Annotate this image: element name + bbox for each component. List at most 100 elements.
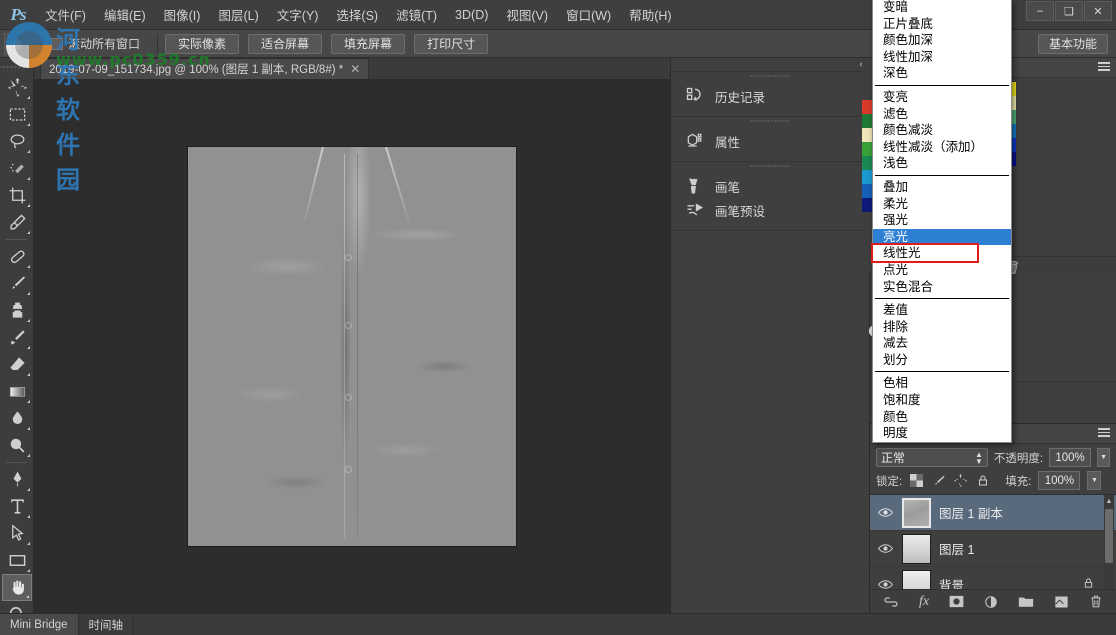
opacity-value[interactable]: 100% [1049, 448, 1092, 467]
history-brush-tool[interactable] [2, 324, 32, 351]
menu-type[interactable]: 文字(Y) [268, 1, 328, 28]
tab-mini-bridge[interactable]: Mini Bridge [0, 614, 79, 635]
blend-mode-option[interactable]: 颜色 [873, 409, 1011, 426]
layer-mask-icon[interactable] [949, 595, 964, 608]
lock-transparent-icon[interactable] [909, 473, 924, 488]
hand-tool-icon[interactable] [4, 32, 30, 55]
workspace-switcher-button[interactable]: 基本功能 [1037, 33, 1108, 54]
blend-mode-option[interactable]: 减去 [873, 335, 1011, 352]
blend-mode-select[interactable]: 正常 ▲ ▼ [876, 448, 988, 467]
blend-mode-option[interactable]: 差值 [873, 302, 1011, 319]
print-size-button[interactable]: 打印尺寸 [414, 33, 489, 54]
scroll-all-windows-checkbox[interactable] [51, 37, 63, 50]
blend-mode-option[interactable]: 颜色减淡 [873, 122, 1011, 139]
menu-edit[interactable]: 编辑(E) [95, 1, 155, 28]
layers-panel-menu-icon[interactable] [1098, 428, 1110, 438]
path-selection-tool[interactable] [2, 520, 32, 547]
blend-mode-option[interactable]: 强光 [873, 212, 1011, 229]
layers-scrollbar[interactable]: ▲ ▼ [1104, 495, 1114, 603]
menu-3d[interactable]: 3D(D) [446, 4, 497, 26]
blend-mode-option[interactable]: 滤色 [873, 106, 1011, 123]
hand-tool[interactable] [2, 574, 32, 601]
layer-thumbnail[interactable] [902, 497, 931, 528]
canvas-image[interactable] [188, 146, 516, 546]
move-tool[interactable] [2, 74, 32, 101]
panel-properties[interactable]: 属性 [671, 125, 869, 161]
layer-name[interactable]: 图层 1 [939, 539, 974, 558]
table-row[interactable]: 图层 1 [870, 531, 1116, 567]
blend-mode-option[interactable]: 线性减淡（添加） [873, 139, 1011, 156]
fill-value[interactable]: 100% [1038, 471, 1081, 490]
layer-name[interactable]: 图层 1 副本 [939, 503, 1003, 522]
brush-tool[interactable] [2, 270, 32, 297]
blend-mode-option[interactable]: 浅色 [873, 155, 1011, 172]
minimize-icon[interactable]: – [1026, 1, 1054, 21]
actual-pixels-button[interactable]: 实际像素 [165, 33, 240, 54]
panel-brush[interactable]: 画笔 [671, 170, 869, 198]
healing-brush-tool[interactable] [2, 243, 32, 270]
menu-image[interactable]: 图像(I) [155, 1, 210, 28]
panel-brush-presets[interactable]: 画笔预设 [671, 198, 869, 230]
menu-file[interactable]: 文件(F) [36, 1, 95, 28]
blend-mode-option[interactable]: 正片叠底 [873, 16, 1011, 33]
blend-mode-option[interactable]: 划分 [873, 352, 1011, 369]
lock-all-icon[interactable] [975, 473, 990, 488]
tools-panel-grip[interactable] [0, 62, 33, 71]
dock-grip-2[interactable] [750, 117, 790, 125]
rectangle-tool[interactable] [2, 547, 32, 574]
swatches-panel-menu-icon[interactable] [1098, 62, 1110, 72]
scroll-all-windows-checkbox-wrap[interactable]: 滚动所有窗口 [51, 35, 140, 52]
table-row[interactable]: 图层 1 副本 [870, 495, 1116, 531]
adjustment-layer-icon[interactable] [984, 595, 998, 609]
blend-mode-option[interactable]: 线性加深 [873, 49, 1011, 66]
scrollbar-thumb[interactable] [1105, 509, 1113, 563]
lock-image-icon[interactable] [931, 473, 946, 488]
dock-grip-1[interactable] [750, 72, 790, 80]
canvas-viewport[interactable] [34, 80, 670, 612]
blend-mode-option[interactable]: 变亮 [873, 89, 1011, 106]
clone-stamp-tool[interactable] [2, 297, 32, 324]
fit-screen-button[interactable]: 适合屏幕 [248, 33, 323, 54]
blur-tool[interactable] [2, 405, 32, 432]
scroll-up-icon[interactable]: ▲ [1104, 495, 1114, 507]
crop-tool[interactable] [2, 182, 32, 209]
new-group-icon[interactable] [1018, 595, 1034, 608]
delete-layer-icon[interactable] [1089, 594, 1103, 609]
close-document-icon[interactable]: ✕ [350, 62, 360, 76]
menu-filter[interactable]: 滤镜(T) [387, 1, 446, 28]
marquee-tool[interactable] [2, 101, 32, 128]
layer-style-fx-icon[interactable]: fx [919, 594, 929, 610]
opacity-dropdown-icon[interactable]: ▼ [1097, 448, 1110, 467]
fill-screen-button[interactable]: 填充屏幕 [331, 33, 406, 54]
layer-visibility-icon[interactable] [876, 540, 894, 558]
new-layer-icon[interactable] [1054, 595, 1069, 609]
blend-mode-option[interactable]: 排除 [873, 319, 1011, 336]
dodge-tool[interactable] [2, 432, 32, 459]
blend-mode-option[interactable]: 点光 [873, 262, 1011, 279]
eraser-tool[interactable] [2, 351, 32, 378]
dock-grip-3[interactable] [750, 162, 790, 170]
layer-thumbnail[interactable] [902, 533, 931, 564]
blend-mode-option[interactable]: 亮光 [873, 228, 1011, 246]
blend-mode-option[interactable]: 线性光 [873, 245, 1011, 262]
quick-selection-tool[interactable] [2, 155, 32, 182]
maximize-icon[interactable]: ❑ [1055, 1, 1083, 21]
blend-mode-option[interactable]: 色相 [873, 375, 1011, 392]
blend-mode-option[interactable]: 实色混合 [873, 279, 1011, 296]
blend-mode-option[interactable]: 深色 [873, 65, 1011, 82]
tab-timeline[interactable]: 时间轴 [79, 614, 135, 635]
blend-mode-option[interactable]: 饱和度 [873, 392, 1011, 409]
menu-window[interactable]: 窗口(W) [557, 1, 620, 28]
blend-mode-option[interactable]: 柔光 [873, 196, 1011, 213]
menu-view[interactable]: 视图(V) [497, 1, 557, 28]
blend-mode-option[interactable]: 变暗 [873, 0, 1011, 16]
type-tool[interactable] [2, 493, 32, 520]
menu-help[interactable]: 帮助(H) [620, 1, 680, 28]
document-tab[interactable]: 2019-07-09_151734.jpg @ 100% (图层 1 副本, R… [40, 58, 370, 79]
close-icon[interactable]: ✕ [1084, 1, 1112, 21]
layer-visibility-icon[interactable] [876, 504, 894, 522]
pen-tool[interactable] [2, 466, 32, 493]
link-layers-icon[interactable] [883, 596, 899, 608]
lock-position-icon[interactable] [953, 473, 968, 488]
lasso-tool[interactable] [2, 128, 32, 155]
